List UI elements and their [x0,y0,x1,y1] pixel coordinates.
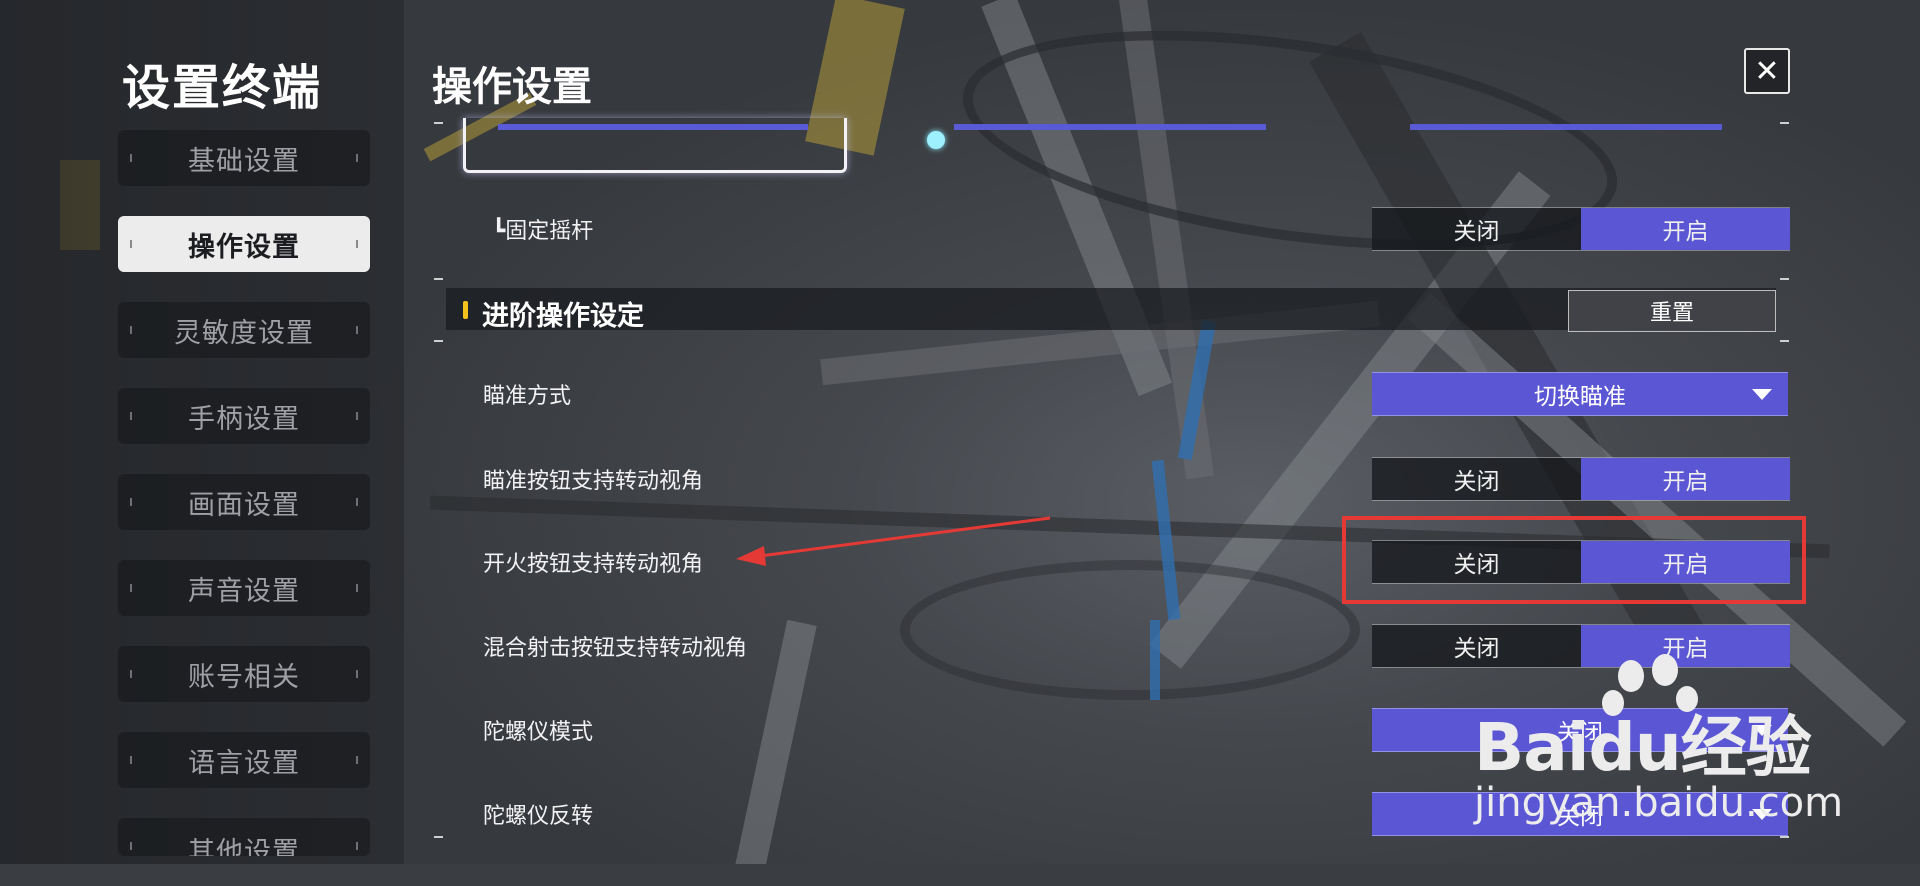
paw-icon [1618,660,1644,692]
arrow-head [736,546,766,566]
watermark-url: jingyan.baidu.com [1474,780,1844,826]
paw-icon [1652,654,1678,686]
arrow-shaft [759,516,1051,558]
watermark-brand: Baidu经验 [1474,709,1812,786]
